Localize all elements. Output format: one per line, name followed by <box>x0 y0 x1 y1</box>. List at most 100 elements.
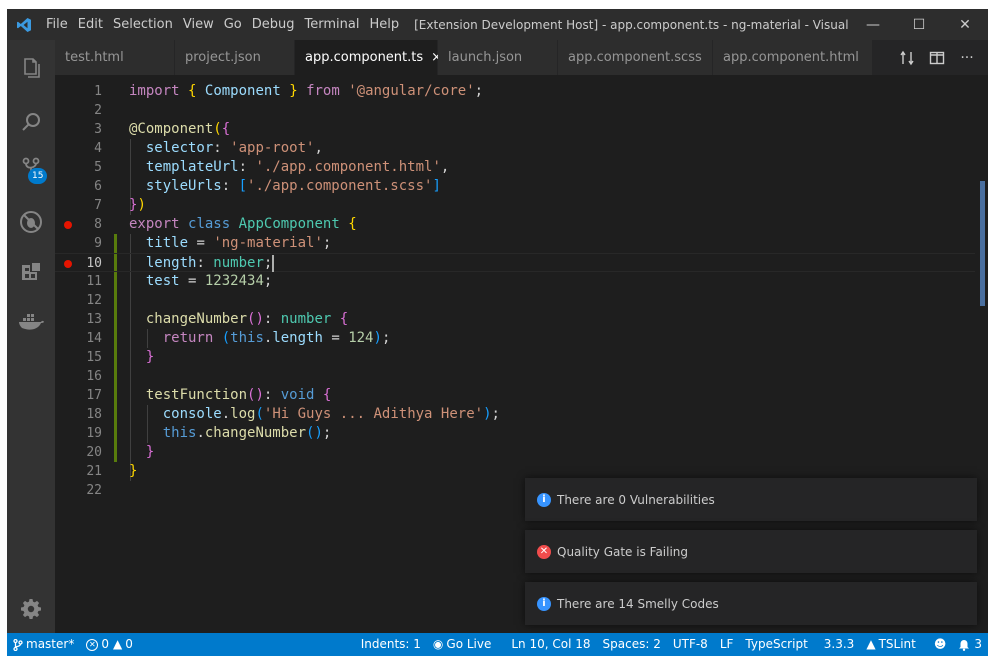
code-token: } <box>289 83 298 99</box>
code-line[interactable]: 8 export class AppComponent { <box>55 215 975 234</box>
tslint-label: TSLint <box>878 637 916 651</box>
line-number: 12 <box>86 293 102 308</box>
split-editor-icon[interactable] <box>922 40 952 75</box>
encoding-status[interactable]: UTF-8 <box>667 633 714 656</box>
line-number: 8 <box>94 217 102 232</box>
eol-status[interactable]: LF <box>714 633 740 656</box>
code-text: }) <box>129 196 146 215</box>
code-token: : <box>263 387 281 403</box>
code-line[interactable]: 19 this.changeNumber(); <box>55 424 975 443</box>
language-mode[interactable]: TypeScript <box>739 633 813 656</box>
code-line[interactable]: 1 import { Component } from '@angular/cor… <box>55 82 975 101</box>
line-number: 14 <box>86 331 102 346</box>
notification-text: There are 14 Smelly Codes <box>557 596 719 611</box>
tab-label: launch.json <box>448 50 523 65</box>
menu-view[interactable]: View <box>178 9 219 40</box>
tab-app-component-scss[interactable]: app.component.scss <box>558 40 713 75</box>
code-text: selector: 'app-root', <box>129 139 323 158</box>
code-line[interactable]: 6 styleUrls: ['./app.component.scss'] <box>55 177 975 196</box>
code-token: , <box>440 159 450 175</box>
code-line[interactable]: 7}) <box>55 196 975 215</box>
gear-icon[interactable] <box>7 585 55 633</box>
maximize-button[interactable]: ☐ <box>896 9 942 40</box>
close-window-button[interactable]: ✕ <box>942 9 988 40</box>
typescript-version[interactable]: 3.3.3 <box>818 633 861 656</box>
menu-help[interactable]: Help <box>364 9 404 40</box>
tab-launch-json[interactable]: launch.json <box>438 40 558 75</box>
go-live-button[interactable]: ◉ Go Live <box>427 633 497 656</box>
menu-terminal[interactable]: Terminal <box>300 9 365 40</box>
branch-name: master* <box>26 637 75 651</box>
debug-icon[interactable] <box>7 198 55 246</box>
menu-go[interactable]: Go <box>219 9 247 40</box>
notification-vulnerabilities[interactable]: i There are 0 Vulnerabilities <box>525 478 977 521</box>
code-line[interactable]: 18 console.log('Hi Guys ... Adithya Here… <box>55 405 975 424</box>
git-branch-icon <box>13 638 23 651</box>
tab-app-component-html[interactable]: app.component.html <box>713 40 873 75</box>
code-line[interactable]: 14 return (this.length = 124); <box>55 329 975 348</box>
code-line[interactable]: 5 templateUrl: './app.component.html', <box>55 158 975 177</box>
notification-quality-gate[interactable]: ✕ Quality Gate is Failing <box>525 530 977 573</box>
code-token: from <box>306 83 340 99</box>
breakpoint-icon[interactable] <box>64 221 72 229</box>
menu-file[interactable]: File <box>41 9 73 40</box>
code-token: ; <box>474 83 484 99</box>
git-branch[interactable]: master* <box>7 633 80 656</box>
code-line[interactable]: 11 test = 1232434; <box>55 272 975 291</box>
code-token: @Component <box>129 121 214 137</box>
code-token: number <box>213 255 264 271</box>
code-text: testFunction(): void { <box>129 386 331 405</box>
breakpoint-icon[interactable] <box>64 260 72 268</box>
code-line[interactable]: 3 @Component({ <box>55 120 975 139</box>
tab-project-json[interactable]: project.json <box>175 40 295 75</box>
code-token: } <box>129 463 138 479</box>
code-token: ; <box>322 425 332 441</box>
notifications-bell[interactable]: 3 <box>952 633 988 656</box>
bell-icon <box>959 639 970 651</box>
code-line[interactable]: 2 <box>55 101 975 120</box>
docker-icon[interactable] <box>7 298 55 346</box>
compare-icon[interactable] <box>892 40 922 75</box>
source-control-icon[interactable]: 15 <box>7 144 55 192</box>
tslint-status[interactable]: ▲ TSLint <box>860 633 922 656</box>
scrollbar-thumb[interactable] <box>980 181 985 306</box>
search-icon[interactable] <box>7 98 55 146</box>
code-line[interactable]: 4 selector: 'app-root', <box>55 139 975 158</box>
code-line[interactable]: 10 length: number; <box>55 253 975 272</box>
problems-summary[interactable]: ✕ 0 ▲ 0 <box>80 633 139 656</box>
code-line[interactable]: 16 <box>55 367 975 386</box>
more-actions-button[interactable]: ··· <box>952 40 982 75</box>
menu-selection[interactable]: Selection <box>108 9 178 40</box>
code-line[interactable]: 17 testFunction(): void { <box>55 386 975 405</box>
warning-icon: ▲ <box>866 637 876 651</box>
tab-test-html[interactable]: test.html <box>55 40 175 75</box>
code-token: '@angular/core' <box>348 83 475 99</box>
code-text: console.log('Hi Guys ... Adithya Here'); <box>129 405 500 424</box>
menu-edit[interactable]: Edit <box>73 9 108 40</box>
code-text: styleUrls: ['./app.component.scss'] <box>129 177 441 196</box>
cursor-position[interactable]: Ln 10, Col 18 <box>505 633 596 656</box>
code-token: void <box>280 387 315 403</box>
minimize-button[interactable]: — <box>850 9 896 40</box>
notification-smelly-codes[interactable]: i There are 14 Smelly Codes <box>525 582 977 625</box>
extensions-icon[interactable] <box>7 248 55 296</box>
code-line[interactable]: 12 <box>55 291 975 310</box>
code-line[interactable]: 15 } <box>55 348 975 367</box>
code-line[interactable]: 13 changeNumber(): number { <box>55 310 975 329</box>
code-token: testFunction <box>145 387 248 403</box>
spaces-status[interactable]: Spaces: 2 <box>597 633 667 656</box>
vscode-logo-icon[interactable] <box>7 9 41 40</box>
code-line[interactable]: 20 } <box>55 443 975 462</box>
indentation-status[interactable]: Indents: 1 <box>355 633 427 656</box>
code-line[interactable]: 9 title = 'ng-material'; <box>55 234 975 253</box>
code-token: : <box>238 159 256 175</box>
tab-app-component-ts[interactable]: app.component.ts × <box>295 40 442 75</box>
tab-label: app.component.scss <box>568 50 702 65</box>
feedback-smiley-icon[interactable]: ☻ <box>928 633 953 656</box>
explorer-icon[interactable] <box>7 44 55 92</box>
code-token: ; <box>381 330 391 346</box>
menu-debug[interactable]: Debug <box>247 9 300 40</box>
